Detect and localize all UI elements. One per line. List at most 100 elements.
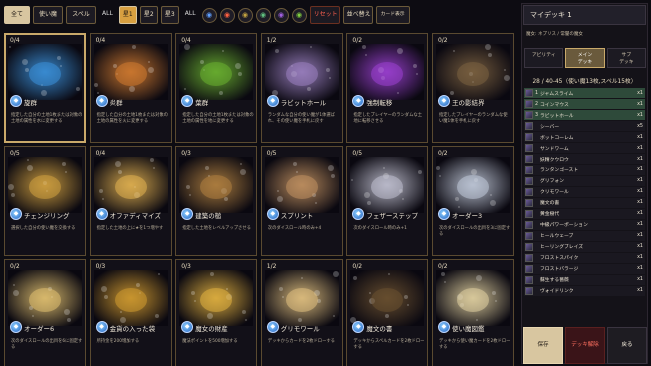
card-view-button[interactable]: カード表示 (375, 6, 410, 24)
feathers-icon (264, 157, 339, 213)
deck-list-item[interactable]: 黄金樹代 x1 (524, 208, 645, 220)
deck-list: 1 ジャムスライム x1 2 コインマウス x1 3 ラビットホール x1 シーバー x5 ボットコー… (524, 88, 645, 297)
tab-ability[interactable]: アビリティ (524, 48, 564, 68)
spell-type-icon: ◆ (10, 321, 22, 333)
coin-bag-icon (93, 270, 168, 326)
tab-spells[interactable]: スペル (66, 6, 96, 24)
spell-card[interactable]: 0/2 ◆ 王の影結界 指定したプレイヤーのランダムな使い魔1体を手札に戻す (431, 33, 514, 143)
tab-all[interactable]: 全て (4, 6, 30, 24)
star2-filter[interactable]: 星2 (139, 6, 158, 24)
tab-sub-deck[interactable]: サブ デッキ (606, 48, 646, 68)
deck-list-item[interactable]: 蘇生する薔薇 x1 (524, 274, 645, 285)
spell-type-icon: ◆ (95, 208, 108, 220)
card-description: 次のダイスロール時のみ+4 (267, 226, 322, 231)
deck-list-item[interactable]: 妖精クウロウ x1 (524, 153, 645, 165)
card-count: 1/2 (266, 37, 277, 44)
deck-name[interactable]: マイデッキ 1 (523, 5, 646, 25)
card-name: スプリント (280, 212, 314, 220)
spell-card[interactable]: 0/3 ◆ 建築の槌 指定した土地をレベルアップさせる (175, 146, 258, 256)
spell-card[interactable]: 0/3 ◆ 魔女の財産 魔法ポイントを500増加する (175, 259, 258, 366)
deck-card-count: x1 (637, 211, 643, 217)
reset-button[interactable]: リセット (309, 6, 340, 24)
star1-filter[interactable]: 星1 (118, 6, 137, 24)
leaf-sparkle-icon (179, 44, 254, 100)
deck-list-item[interactable]: ヴォイドリンク x1 (524, 285, 645, 296)
star3-filter[interactable]: 星3 (160, 6, 179, 24)
card-thumbnail-icon (525, 253, 533, 262)
deck-list-item[interactable]: 魔文の書 x1 (524, 197, 645, 209)
card-description: 指定した自分の土地1枚または対象の土地の属性を火に変更する (96, 113, 169, 124)
deck-list-item[interactable]: シーバー x5 (524, 120, 645, 132)
card-count: 0/2 (437, 150, 448, 157)
spell-card[interactable]: 0/2 ◆ 強制転移 指定したプレイヤーのランダムな土地に転移させる (346, 33, 429, 143)
deck-card-name: サンドワーム (540, 146, 569, 152)
deck-card-name: ボットコーレム (540, 135, 574, 141)
spell-card[interactable]: 0/4 ◆ 旋群 指定した自分の土地1枚または対象の土地の属性を水に変更する (4, 33, 86, 143)
water-element-icon[interactable]: ◉ (201, 7, 217, 23)
spell-type-icon: ◆ (181, 208, 194, 220)
card-count: 0/2 (437, 37, 448, 44)
card-thumbnail-icon (525, 133, 533, 142)
card-name: 旋群 (24, 99, 37, 107)
element-all-filter[interactable]: ALL (182, 6, 199, 24)
earth-element-icon[interactable]: ◉ (237, 7, 253, 23)
spell-card[interactable]: 0/5 ◆ スプリント 次のダイスロール時のみ+4 (260, 146, 343, 256)
spell-card[interactable]: 1/2 ◆ グリモワール デッキからカードを2枚ドローする (260, 259, 343, 366)
spell-card[interactable]: 0/4 ◆ オファディマイズ 指定した土地の上に★を1つ増やす (89, 146, 172, 256)
spell-card[interactable]: 0/2 ◆ 使い魔図鑑 デッキから使い魔カードを2枚ドローする (431, 259, 514, 366)
card-description: 指定した自分の土地1枚または対象の土地の属性を水に変更する (11, 113, 83, 124)
spell-card[interactable]: 0/5 ◆ チェンジリング 選択した自分の使い魔を交換する (4, 146, 86, 256)
deck-list-item[interactable]: ランタンゴースト x1 (524, 164, 645, 176)
deck-list-item[interactable]: フロストスパイク x1 (524, 252, 645, 263)
card-count: 0/3 (181, 150, 191, 157)
save-button[interactable]: 保存 (523, 327, 563, 364)
deck-list-item[interactable]: ボットコーレム x1 (524, 131, 645, 143)
card-thumbnail-icon (525, 187, 533, 196)
deck-list-item[interactable]: ヒールウェーブ x1 (524, 230, 645, 241)
card-thumbnail-icon (525, 242, 533, 251)
dark-element-icon[interactable]: ◉ (273, 7, 289, 23)
card-thumbnail-icon (525, 209, 533, 218)
deck-list-item[interactable]: 1 ジャムスライム x1 (524, 88, 645, 99)
card-description: 指定した土地の上に★を1つ増やす (96, 226, 164, 231)
deck-list-item[interactable]: クリモワール x1 (524, 186, 645, 198)
card-description: 所持金を200増加する (96, 339, 140, 344)
fire-swirl-icon (93, 44, 168, 100)
spell-card[interactable]: 1/2 ◆ ラビットホール ランダムな自分の使い魔が1体選ばれ、その使い魔を手札に戻す (260, 33, 343, 143)
card-name: オファディマイズ (109, 212, 161, 220)
fire-element-icon[interactable]: ◉ (219, 7, 235, 23)
deck-actions: 保存 デッキ解除 戻る (523, 327, 647, 364)
deck-list-item[interactable]: 2 コインマウス x1 (524, 98, 645, 110)
deck-list-item[interactable]: ヒーリングブレイズ x1 (524, 241, 645, 252)
tab-familiars[interactable]: 使い魔 (33, 6, 63, 24)
star-house-icon (93, 157, 168, 213)
deck-list-item[interactable]: 3 ラビットホール x1 (524, 109, 645, 121)
deck-list-item[interactable]: フロストバラージ x1 (524, 263, 645, 274)
card-thumbnail-icon (525, 264, 533, 273)
spell-card[interactable]: 0/5 ◆ フェザーステップ 次のダイスロール時のみ+1 (346, 146, 429, 256)
card-name: 建築の槌 (195, 212, 222, 220)
spell-card[interactable]: 0/2 ◆ オーダー3 次のダイスロールの出目を3に固定する (431, 146, 514, 256)
disband-deck-button[interactable]: デッキ解除 (565, 327, 605, 364)
spell-card[interactable]: 0/2 ◆ オーダー6 次のダイスロールの出目を6に固定する (4, 259, 86, 366)
spell-card[interactable]: 0/2 ◆ 魔文の書 デッキからスペルカードを2枚ドローする (346, 259, 429, 366)
wind-element-icon[interactable]: ◉ (255, 7, 271, 23)
spell-type-icon: ◆ (95, 321, 108, 333)
spell-card[interactable]: 0/4 ◆ 葉群 指定した自分の土地1枚または対象の土地の属性を地に変更する (175, 33, 258, 143)
spell-card[interactable]: 0/4 ◆ 炎群 指定した自分の土地1枚または対象の土地の属性を火に変更する (89, 33, 172, 143)
deck-card-name: ヒールウェーブ (540, 234, 574, 240)
deck-list-item[interactable]: 中級パワーポーション x1 (524, 219, 645, 230)
sort-button[interactable]: 並べ替え (342, 6, 373, 24)
deck-list-item[interactable]: サンドワーム x1 (524, 142, 645, 154)
spell-type-icon: ◆ (266, 208, 279, 220)
spell-card[interactable]: 0/3 ◆ 金貨の入った袋 所持金を200増加する (89, 259, 172, 366)
back-button[interactable]: 戻る (607, 327, 647, 364)
card-name: フェザーステップ (366, 212, 419, 220)
card-thumbnail-icon (525, 176, 533, 185)
gate-icon (435, 44, 510, 100)
tab-main-deck[interactable]: メイン デッキ (565, 48, 605, 68)
deck-card-count: x1 (637, 288, 643, 294)
deck-list-item[interactable]: グリフォン x1 (524, 175, 645, 187)
neutral-element-icon[interactable]: ◉ (291, 7, 307, 23)
star-all-filter[interactable]: ALL (99, 6, 116, 24)
